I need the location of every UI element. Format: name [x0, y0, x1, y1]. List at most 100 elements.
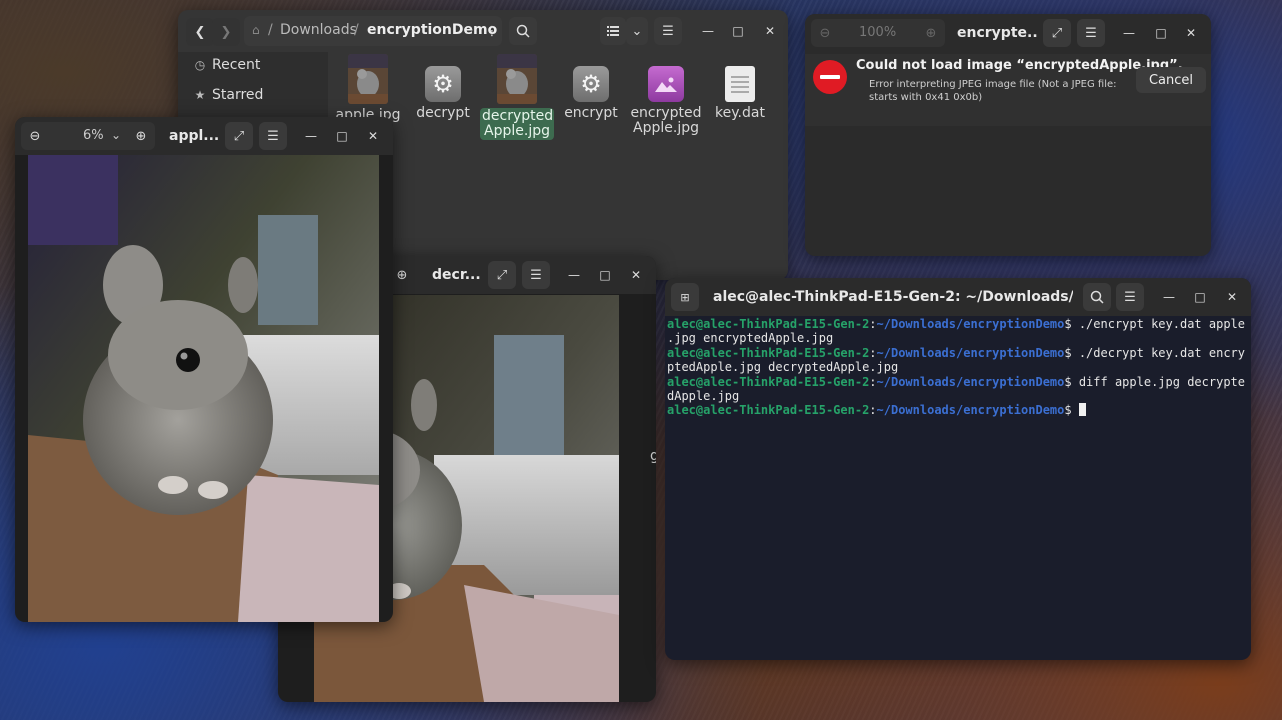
minimize-button[interactable]: —: [299, 124, 323, 148]
file-label: encrypt: [564, 105, 618, 121]
view-options-button[interactable]: ⌄: [626, 17, 648, 45]
fullscreen-button[interactable]: ⤢: [1043, 19, 1071, 47]
sidebar-item-starred[interactable]: ★ Starred: [188, 82, 318, 108]
text-cursor: [1078, 403, 1086, 417]
chevron-down-icon[interactable]: ⌄: [111, 128, 121, 142]
expand-icon: ⤢: [1051, 25, 1063, 41]
main-menu-button[interactable]: ☰: [654, 17, 682, 45]
main-menu-button[interactable]: ☰: [259, 122, 287, 150]
prompt-symbol: $: [1064, 345, 1072, 360]
main-menu-button[interactable]: ☰: [1116, 283, 1144, 311]
window-title: decr...: [432, 267, 481, 283]
fullscreen-button[interactable]: ⤢: [488, 261, 516, 289]
close-button[interactable]: ✕: [624, 263, 648, 287]
hamburger-menu-icon: ☰: [1085, 25, 1097, 41]
terminal-line: ptedApple.jpg decryptedApple.jpg: [667, 360, 899, 375]
image-thumbnail: [497, 54, 537, 104]
minimize-button[interactable]: —: [562, 263, 586, 287]
home-icon[interactable]: ⌂: [252, 23, 260, 37]
file-item[interactable]: encrypted Apple.jpg: [629, 66, 703, 136]
prompt-symbol: $: [1064, 374, 1072, 389]
file-item[interactable]: apple.jpg: [331, 54, 405, 123]
prompt-separator: :: [869, 403, 877, 418]
zoom-control: ⊖ 6% ⌄ ⊕: [21, 122, 155, 150]
prompt-user: alec@alec-ThinkPad-E15-Gen-2: [667, 374, 870, 389]
terminal-line: alec@alec-ThinkPad-E15-Gen-2:~/Downloads…: [667, 317, 1247, 331]
minimize-button[interactable]: —: [696, 19, 720, 43]
header-bar: ⊖ 100% ⊕ encrypte... ⤢ ☰ — □ ✕: [805, 14, 1211, 52]
maximize-button[interactable]: □: [1149, 21, 1173, 45]
breadcrumb-downloads[interactable]: Downloads: [280, 22, 357, 38]
command-text: ./encrypt key.dat apple: [1071, 317, 1245, 331]
cancel-button[interactable]: Cancel: [1136, 67, 1206, 93]
new-tab-button[interactable]: ⊞: [671, 283, 699, 311]
close-button[interactable]: ✕: [758, 19, 782, 43]
photo-chinchilla: [28, 155, 379, 622]
header-bar: ⊞ alec@alec-ThinkPad-E15-Gen-2: ~/Downlo…: [665, 278, 1251, 316]
prompt-user: alec@alec-ThinkPad-E15-Gen-2: [667, 345, 870, 360]
file-item-selected[interactable]: decrypted Apple.jpg: [480, 54, 554, 140]
error-detail: starts with 0x41 0x0b): [869, 92, 983, 103]
file-item[interactable]: ⚙ encrypt: [554, 66, 628, 121]
terminal-line: .jpg encryptedApple.jpg: [667, 331, 834, 346]
image-viewer-apple-window: ⊖ 6% ⌄ ⊕ appl... ⤢ ☰ — □ ✕: [15, 117, 393, 622]
maximize-button[interactable]: □: [726, 19, 750, 43]
main-menu-button[interactable]: ☰: [522, 261, 550, 289]
expand-icon: ⤢: [496, 267, 508, 283]
search-button[interactable]: [509, 17, 537, 45]
maximize-button[interactable]: □: [1188, 285, 1212, 309]
close-button[interactable]: ✕: [361, 124, 385, 148]
prompt-separator: :: [869, 317, 877, 331]
zoom-in-button[interactable]: ⊕: [917, 19, 945, 47]
zoom-level[interactable]: 6%: [83, 128, 104, 143]
terminal-output[interactable]: alec@alec-ThinkPad-E15-Gen-2:~/Downloads…: [667, 317, 1247, 660]
image-viewer-error-window: ⊖ 100% ⊕ encrypte... ⤢ ☰ — □ ✕ Could not…: [805, 14, 1211, 256]
gear-icon: ⚙: [425, 66, 461, 102]
minimize-button[interactable]: —: [1117, 21, 1141, 45]
file-item[interactable]: key.dat: [703, 66, 777, 121]
maximize-button[interactable]: □: [593, 263, 617, 287]
zoom-out-button[interactable]: ⊖: [811, 19, 839, 47]
zoom-out-button[interactable]: ⊖: [21, 122, 49, 150]
prompt-path: ~/Downloads/encryptionDemo: [876, 345, 1065, 360]
prompt-user: alec@alec-ThinkPad-E15-Gen-2: [667, 403, 870, 418]
hamburger-menu-icon: ☰: [267, 128, 279, 144]
path-menu-icon[interactable]: ⋮: [478, 17, 506, 45]
close-button[interactable]: ✕: [1220, 285, 1244, 309]
command-text: [1072, 403, 1079, 417]
main-menu-button[interactable]: ☰: [1077, 19, 1105, 47]
command-text: diff apple.jpg decrypte: [1071, 374, 1245, 389]
terminal-line: alec@alec-ThinkPad-E15-Gen-2:~/Downloads…: [667, 375, 1247, 389]
search-button[interactable]: [1083, 283, 1111, 311]
prompt-separator: :: [869, 345, 877, 360]
maximize-button[interactable]: □: [330, 124, 354, 148]
prompt-path: ~/Downloads/encryptionDemo: [876, 403, 1065, 418]
file-item[interactable]: ⚙ decrypt: [406, 66, 480, 121]
error-heading: Could not load image “encryptedApple.jpg…: [856, 58, 1183, 73]
zoom-level[interactable]: 100%: [859, 25, 896, 40]
back-button[interactable]: ❮: [186, 18, 214, 46]
image-file-icon: [648, 66, 684, 102]
zoom-control: ⊖ 100% ⊕: [811, 19, 945, 47]
path-bar[interactable]: ⌂ / Downloads / encryptionDemo: [244, 16, 502, 46]
sidebar-item-label: Recent: [212, 57, 261, 73]
file-label: encrypted Apple.jpg: [630, 105, 702, 136]
list-view-button[interactable]: [600, 17, 626, 45]
close-button[interactable]: ✕: [1179, 21, 1203, 45]
image-thumbnail: [348, 54, 388, 104]
error-icon: [813, 60, 847, 94]
zoom-in-button[interactable]: ⊕: [127, 122, 155, 150]
text-file-icon: [725, 66, 755, 102]
minimize-button[interactable]: —: [1157, 285, 1181, 309]
terminal-line: alec@alec-ThinkPad-E15-Gen-2:~/Downloads…: [667, 403, 1247, 417]
star-icon: ★: [194, 88, 206, 102]
gear-icon: ⚙: [573, 66, 609, 102]
fullscreen-button[interactable]: ⤢: [225, 122, 253, 150]
sidebar-item-recent[interactable]: ◷ Recent: [188, 52, 318, 78]
forward-button[interactable]: ❯: [212, 18, 240, 46]
new-tab-icon: ⊞: [680, 290, 690, 304]
expand-icon: ⤢: [233, 128, 245, 144]
error-detail: Error interpreting JPEG image file (Not …: [869, 79, 1117, 90]
search-icon: [516, 24, 530, 38]
prompt-symbol: $: [1064, 317, 1072, 331]
